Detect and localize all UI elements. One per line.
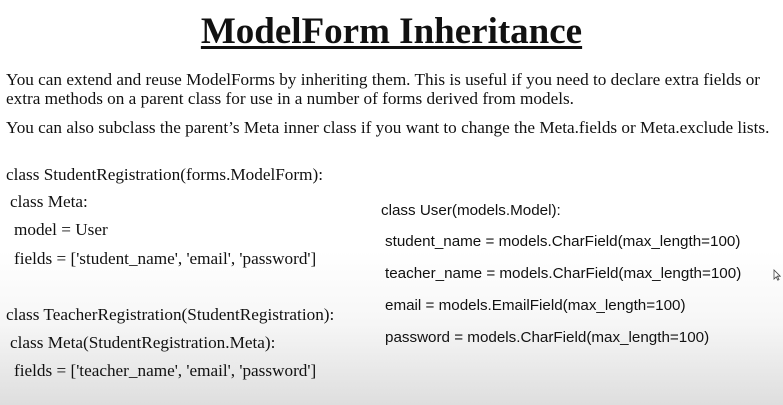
code-line-user-class: class User(models.Model): — [381, 202, 561, 219]
mouse-pointer-icon — [773, 269, 781, 281]
slide-title: ModelForm Inheritance — [200, 11, 583, 52]
code-line-password-field: password = models.CharField(max_length=1… — [385, 329, 710, 346]
code-line-student-registration: class StudentRegistration(forms.ModelFor… — [6, 165, 323, 184]
intro-paragraph: You can extend and reuse ModelForms by i… — [6, 70, 761, 108]
code-line-email-field: email = models.EmailField(max_length=100… — [385, 297, 686, 314]
code-line-student-name-field: student_name = models.CharField(max_leng… — [385, 233, 741, 250]
code-line-model: model = User — [14, 220, 108, 239]
meta-paragraph: You can also subclass the parent’s Meta … — [6, 118, 770, 137]
code-line-teacher-fields: fields = ['teacher_name', 'email', 'pass… — [14, 361, 317, 380]
presentation-slide: ModelForm Inheritance You can extend and… — [0, 0, 783, 405]
code-line-student-fields: fields = ['student_name', 'email', 'pass… — [14, 249, 317, 268]
code-line-meta: class Meta: — [10, 192, 88, 211]
code-line-teacher-registration: class TeacherRegistration(StudentRegistr… — [6, 305, 335, 324]
code-line-teacher-name-field: teacher_name = models.CharField(max_leng… — [385, 265, 742, 282]
code-line-meta-inherit: class Meta(StudentRegistration.Meta): — [10, 333, 276, 352]
